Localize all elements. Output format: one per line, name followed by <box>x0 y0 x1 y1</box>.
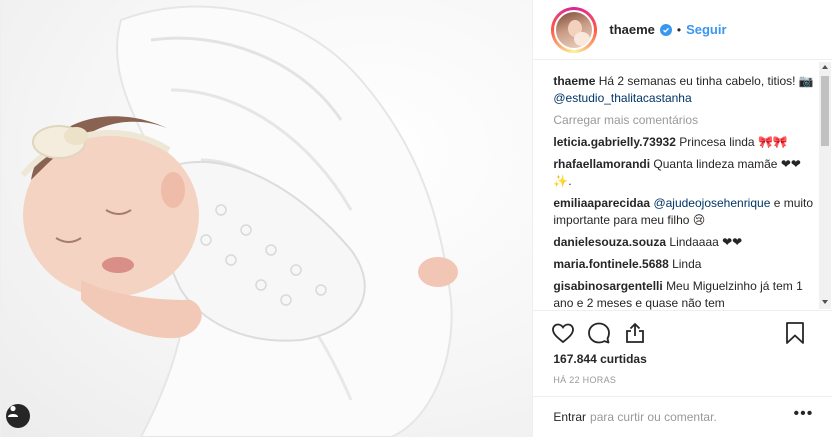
comment-text: Linda <box>672 257 702 271</box>
load-more-comments-button[interactable]: Carregar mais comentários <box>553 112 815 129</box>
list-item: leticia.gabrielly.73932 Princesa linda 🎀… <box>553 134 815 151</box>
story-ring[interactable] <box>551 6 598 53</box>
caption: thaeme Há 2 semanas eu tinha cabelo, tit… <box>553 73 815 107</box>
action-bar <box>533 310 832 354</box>
comment-text: Princesa linda 🎀🎀 <box>679 135 788 149</box>
bookmark-icon <box>786 322 805 344</box>
login-prompt: Entrar para curtir ou comentar. ••• <box>533 396 832 437</box>
newborn-photo-illustration <box>20 5 458 437</box>
list-item: gisabinosargentelli Meu Miguelzinho já t… <box>553 278 815 310</box>
list-item: maria.fontinele.5688 Linda <box>553 256 815 273</box>
post-header: thaeme • Seguir <box>533 0 832 60</box>
list-item: emiliaaparecidaa @ajudeojosehenrique e m… <box>553 195 815 229</box>
instagram-post: thaeme • Seguir thaeme Há 2 semanas eu t… <box>0 0 832 437</box>
verified-badge-icon <box>659 23 672 36</box>
save-button[interactable] <box>783 321 807 345</box>
user-tag-button[interactable] <box>6 404 30 428</box>
comments-list: thaeme Há 2 semanas eu tinha cabelo, tit… <box>533 61 832 310</box>
comment-username[interactable]: gisabinosargentelli <box>553 279 662 293</box>
more-options-button[interactable]: ••• <box>794 406 814 422</box>
comment-username[interactable]: rhafaellamorandi <box>553 157 650 171</box>
comment-username[interactable]: maria.fontinele.5688 <box>553 257 668 271</box>
scroll-up-arrow-icon[interactable] <box>822 65 828 69</box>
avatar[interactable] <box>554 9 595 50</box>
comment-bubble-icon <box>588 322 611 343</box>
likes-count[interactable]: 167.844 curtidas <box>553 352 646 366</box>
follow-button[interactable]: Seguir <box>686 22 726 37</box>
post-timestamp[interactable]: HÁ 22 HORAS <box>553 375 616 385</box>
share-button[interactable] <box>623 321 647 345</box>
header-separator: • <box>676 22 682 37</box>
comments-scrollbar[interactable] <box>819 62 831 309</box>
scroll-down-arrow-icon[interactable] <box>822 300 828 304</box>
caption-text: Há 2 semanas eu tinha cabelo, titios! 📷 <box>598 74 814 88</box>
comment-mention[interactable]: @ajudeojosehenrique <box>653 196 770 210</box>
login-link[interactable]: Entrar <box>553 410 586 424</box>
list-item: danielesouza.souza Lindaaaa ❤❤ <box>553 234 815 251</box>
post-sidebar: thaeme • Seguir thaeme Há 2 semanas eu t… <box>532 0 832 437</box>
comment-username[interactable]: leticia.gabrielly.73932 <box>553 135 676 149</box>
user-tag-icon <box>8 405 18 417</box>
comment-button[interactable] <box>587 321 611 345</box>
login-prompt-text: para curtir ou comentar. <box>590 410 717 424</box>
share-icon <box>626 322 645 343</box>
comment-text: Lindaaaa ❤❤ <box>669 235 743 249</box>
heart-icon <box>552 323 575 343</box>
comment-username[interactable]: danielesouza.souza <box>553 235 666 249</box>
caption-username[interactable]: thaeme <box>553 74 595 88</box>
comment-username[interactable]: emiliaaparecidaa <box>553 196 650 210</box>
caption-mention[interactable]: @estudio_thalitacastanha <box>553 91 691 105</box>
like-button[interactable] <box>551 321 575 345</box>
scrollbar-thumb[interactable] <box>821 76 829 146</box>
post-photo[interactable] <box>1 0 533 437</box>
list-item: rhafaellamorandi Quanta lindeza mamãe ❤❤… <box>553 156 815 190</box>
header-username[interactable]: thaeme <box>609 22 655 37</box>
